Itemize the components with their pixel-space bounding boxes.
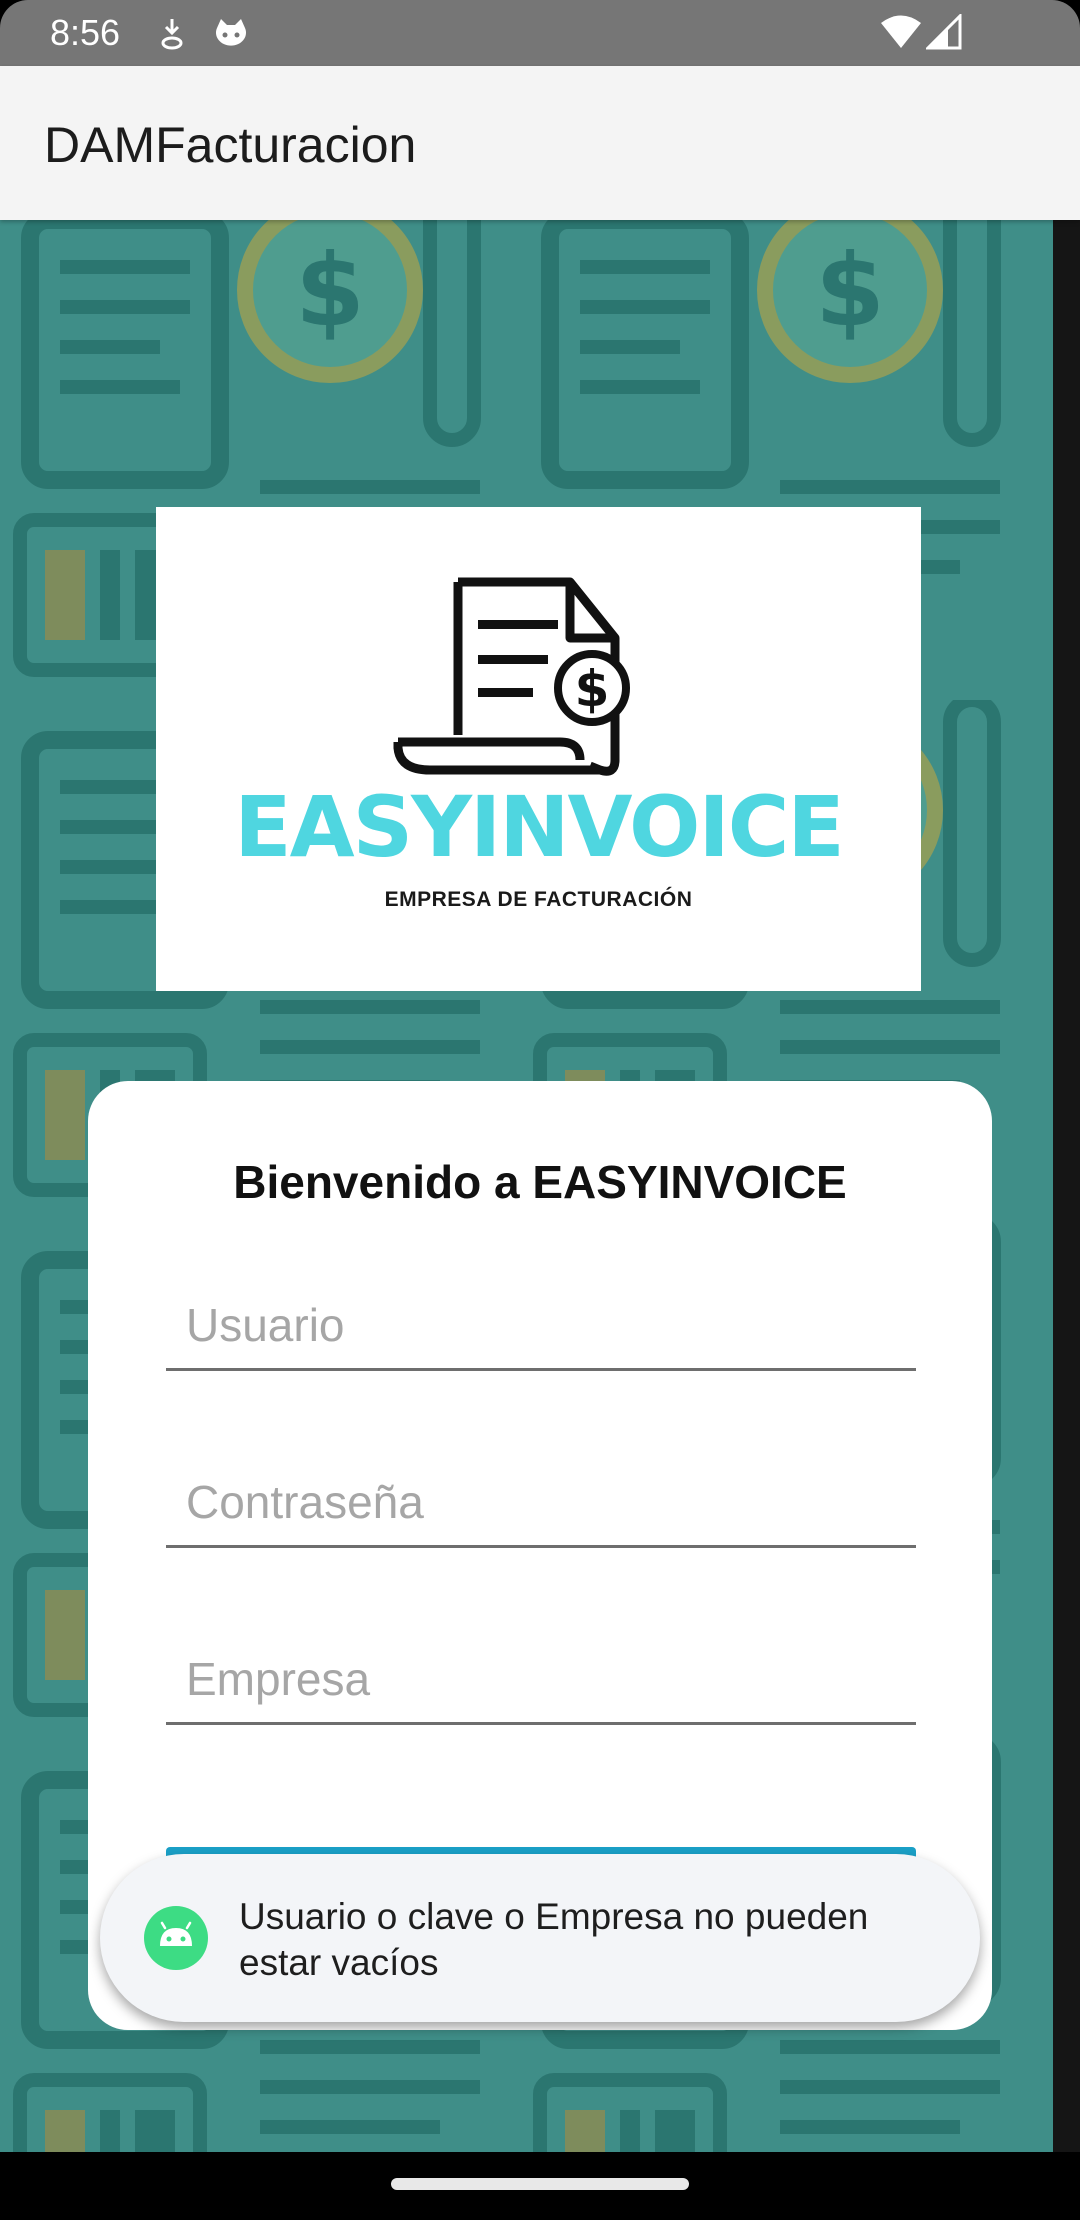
username-field[interactable] <box>166 1281 916 1371</box>
signal-icon <box>926 14 962 50</box>
toast-text: Usuario o clave o Empresa no pueden esta… <box>239 1896 869 1983</box>
background-edge <box>1053 220 1080 2152</box>
company-field[interactable] <box>166 1635 916 1725</box>
app-bar: DAMFacturacion <box>0 66 1080 220</box>
status-bar: 8:56 <box>0 0 1080 66</box>
download-icon <box>161 19 183 50</box>
wifi-icon <box>881 15 921 48</box>
company-input[interactable] <box>166 1635 916 1722</box>
logo-brand-text: EASYINVOICE <box>234 778 845 876</box>
home-gesture-handle[interactable] <box>391 2178 689 2190</box>
welcome-title: Bienvenido a EASYINVOICE <box>233 1156 847 1208</box>
android-icon <box>144 1906 208 1970</box>
toast-message: Usuario o clave o Empresa no pueden esta… <box>100 1854 980 2022</box>
password-field[interactable] <box>166 1458 916 1548</box>
password-input[interactable] <box>166 1458 916 1545</box>
svg-text:$: $ <box>575 660 610 718</box>
invoice-dollar-icon: $ <box>393 577 630 776</box>
status-time: 8:56 <box>50 12 121 53</box>
username-input[interactable] <box>166 1281 916 1368</box>
logo-tagline: EMPRESA DE FACTURACIÓN <box>384 888 693 911</box>
app-title: DAMFacturacion <box>44 117 417 173</box>
cat-face-icon <box>216 19 246 46</box>
